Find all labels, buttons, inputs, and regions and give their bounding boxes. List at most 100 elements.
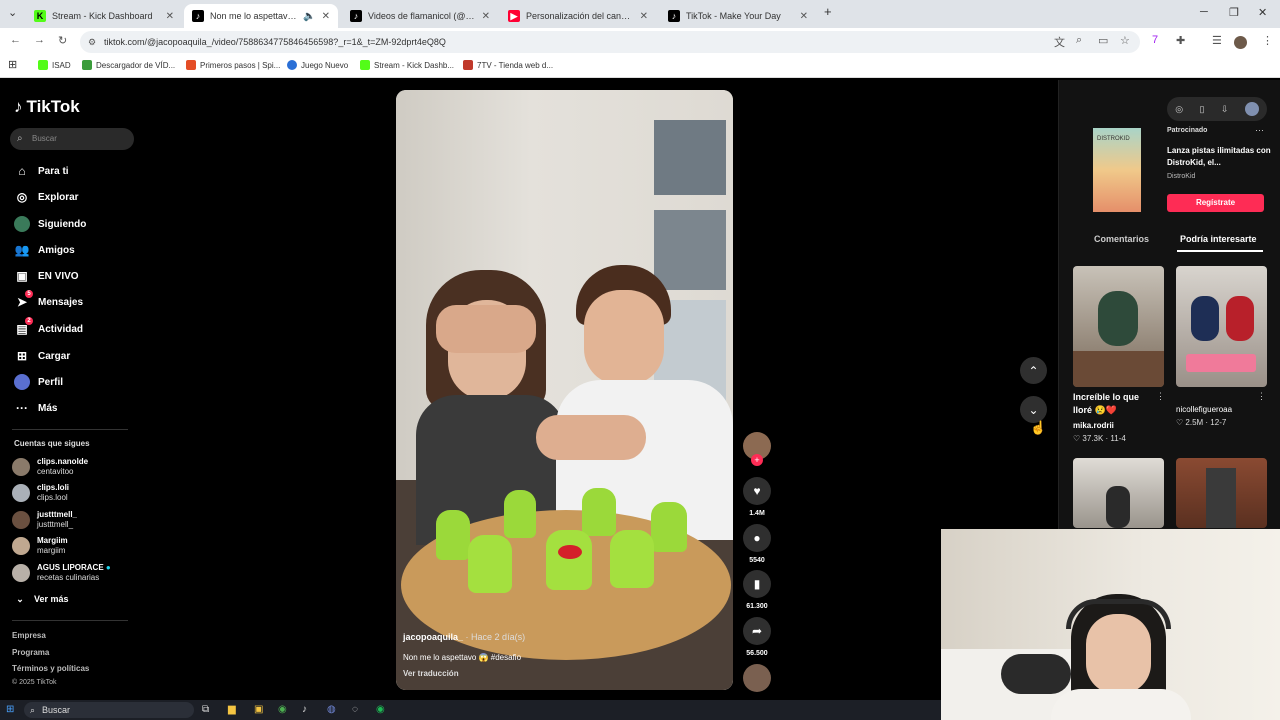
obs-icon[interactable]: ◌ [352,704,358,715]
windows-start-icon[interactable]: ⊞ [6,704,14,715]
more-dots-icon[interactable]: ⋮ [1257,391,1266,402]
reload-icon[interactable]: ↻ [58,34,67,47]
avatar[interactable] [1244,102,1259,116]
recommended-video-thumb[interactable] [1176,458,1267,528]
footer-link[interactable]: Empresa [12,631,46,640]
nav-explorar[interactable]: ◎ Explorar [14,189,79,205]
site-info-icon[interactable]: ⚙ [88,31,96,53]
bookmark-item[interactable]: Descargador de VÍD... [82,60,175,70]
browser-tab-5[interactable]: ♪ TikTok - Make Your Day ✕ [660,4,816,28]
author-avatar-button[interactable]: + [742,432,772,466]
nav-mensajes[interactable]: ➤ 5 Mensajes [14,290,83,310]
account-sub: justttmell_ [37,520,74,529]
close-window-icon[interactable]: ✕ [1258,6,1267,19]
notes-icon[interactable]: ▣ [254,704,263,715]
nav-actividad[interactable]: ▤ 2 Actividad [14,317,83,337]
phone-icon[interactable]: ▯ [1199,104,1204,115]
ad-title[interactable]: Lanza pistas ilimitadas con DistroKid, e… [1167,145,1271,169]
more-dots-icon[interactable]: ⋮ [1156,391,1165,402]
menu-dots-icon[interactable]: ⋮ [1262,34,1273,47]
nav-perfil[interactable]: Perfil [14,374,63,390]
rec-user[interactable]: mika.rodrii [1073,421,1114,430]
tiktok-logo[interactable]: ♪ TikTok [14,97,80,117]
nav-en-vivo[interactable]: ▣ EN VIVO [14,268,78,284]
new-tab-button[interactable]: + [824,4,832,19]
nav-siguiendo[interactable]: Siguiendo [14,216,86,232]
tab-podria-interesarte[interactable]: Podría interesarte [1180,234,1257,244]
profile-avatar[interactable] [1234,36,1247,49]
minimize-icon[interactable]: ─ [1200,6,1208,18]
video-author[interactable]: jacopoaquila_ · Hace 2 día(s) [403,632,525,642]
chrome-icon[interactable]: ◉ [278,704,287,715]
previous-video-button[interactable]: ⌃ [1020,357,1047,384]
task-view-icon[interactable]: ⧉ [202,704,209,715]
address-bar[interactable]: ⚙ tiktok.com/@jacopoaquila_/video/758863… [80,31,1140,53]
close-icon[interactable]: ✕ [640,11,648,22]
download-icon[interactable]: ⇩ [1221,104,1229,115]
register-button[interactable]: Regístrate [1167,194,1264,212]
extensions-puzzle-icon[interactable]: ✚ [1176,34,1185,47]
browser-tab-2[interactable]: ♪ Non me lo aspettavo😱 #d 🔈 ✕ [184,4,338,28]
video-player[interactable]: jacopoaquila_ · Hace 2 día(s) Non me lo … [396,90,733,690]
compass-icon[interactable]: ◎ [1175,104,1183,115]
nav-amigos[interactable]: 👥 Amigos [14,242,75,258]
translate-icon[interactable]: 文 [1054,34,1065,50]
close-icon[interactable]: ✕ [482,11,490,22]
bookmark-item[interactable]: Primeros pasos | Spi... [186,60,280,70]
recommended-video-thumb[interactable] [1073,266,1164,387]
zoom-icon[interactable]: ⌕ [1076,34,1082,47]
following-account[interactable]: clips.loli clips.lool [12,483,69,503]
bookmark-item[interactable]: 7TV - Tienda web d... [463,60,553,70]
ad-thumbnail[interactable]: DISTROKID [1093,128,1141,212]
more-dots-icon[interactable]: ··· [1255,125,1264,135]
bookmark-item[interactable]: ISAD [38,60,71,70]
browser-tab-1[interactable]: K Stream - Kick Dashboard ✕ [26,4,182,28]
back-icon[interactable]: ← [10,34,21,46]
reading-list-icon[interactable]: ☰ [1212,34,1222,47]
music-disc-button[interactable] [742,664,772,692]
search-input[interactable]: ⌕ Buscar [10,128,134,150]
tab-comentarios[interactable]: Comentarios [1094,234,1149,244]
spotify-icon[interactable]: ◉ [376,704,385,715]
close-icon[interactable]: ✕ [800,11,808,22]
browser-tab-3[interactable]: ♪ Videos de flamanicol (@flamani ✕ [342,4,498,28]
bookmark-star-icon[interactable]: ☆ [1120,34,1130,47]
nav-mas[interactable]: ··· Más [14,400,57,416]
bookmark-item[interactable]: Juego Nuevo [287,60,348,70]
next-video-button[interactable]: ⌄ [1020,396,1047,423]
comment-button[interactable]: ● 5540 [742,524,772,564]
bookmark-item[interactable]: Stream - Kick Dashb... [360,60,454,70]
recommended-video-thumb[interactable] [1073,458,1164,528]
browser-tab-4[interactable]: ▶ Personalización del canal - You ✕ [500,4,656,28]
cast-icon[interactable]: ▭ [1098,34,1108,47]
follow-plus-icon[interactable]: + [751,454,763,466]
recommended-video-thumb[interactable] [1176,266,1267,387]
tiktok-app-icon[interactable]: ♪ [302,704,307,715]
following-account[interactable]: AGUS LIPORACE ● recetas culinarias [12,563,111,583]
nav-cargar[interactable]: ⊞ Cargar [14,348,70,364]
file-explorer-icon[interactable]: ▆ [228,704,236,715]
forward-icon[interactable]: → [34,34,45,46]
extension-icon[interactable]: 7 [1152,34,1158,46]
rec-title[interactable]: Increíble lo que lloré 😢❤️ [1073,391,1153,417]
close-icon[interactable]: ✕ [166,11,174,22]
tab-search-icon[interactable]: ⌄ [8,6,17,19]
footer-link[interactable]: Términos y políticas [12,664,89,673]
rec-user[interactable]: nicollefigueroaa [1176,405,1232,414]
taskbar-search-input[interactable]: ⌕ Buscar [24,702,194,718]
like-button[interactable]: ♥ 1.4M [742,477,772,517]
translate-link[interactable]: Ver traducción [403,669,459,678]
share-button[interactable]: ➦ 56.500 [742,617,772,657]
footer-link[interactable]: Programa [12,648,49,657]
close-icon[interactable]: ✕ [322,11,330,22]
following-account[interactable]: clips.nanolde centavitoo [12,457,88,477]
restore-icon[interactable]: ❐ [1229,6,1239,19]
nav-para-ti[interactable]: ⌂ Para ti [14,163,68,179]
mute-icon[interactable]: 🔈 [303,11,315,22]
save-button[interactable]: ▮ 61.300 [742,570,772,610]
following-account[interactable]: Margiim margiim [12,536,68,556]
discord-icon[interactable]: ◍ [327,704,336,715]
apps-grid-icon[interactable]: ⊞ [8,58,17,71]
following-account[interactable]: justttmell_ justttmell_ [12,510,77,530]
see-more-button[interactable]: ⌄ Ver más [14,591,68,607]
